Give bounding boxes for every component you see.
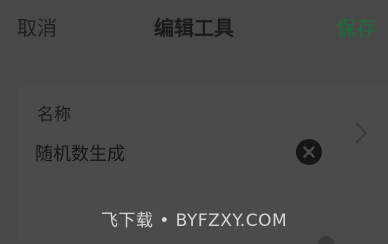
clear-input-button[interactable] <box>296 139 322 165</box>
page-title: 编辑工具 <box>154 16 234 40</box>
chevron-right-icon[interactable] <box>355 122 369 144</box>
close-circle-icon <box>303 146 315 158</box>
watermark-text: 飞下载 • BYFZXY.COM <box>100 211 288 231</box>
save-button[interactable]: 保存 <box>336 12 376 41</box>
name-input[interactable] <box>35 140 285 166</box>
top-bar: 取消 编辑工具 保存 <box>0 0 388 56</box>
name-field-label: 名称 <box>37 105 71 125</box>
